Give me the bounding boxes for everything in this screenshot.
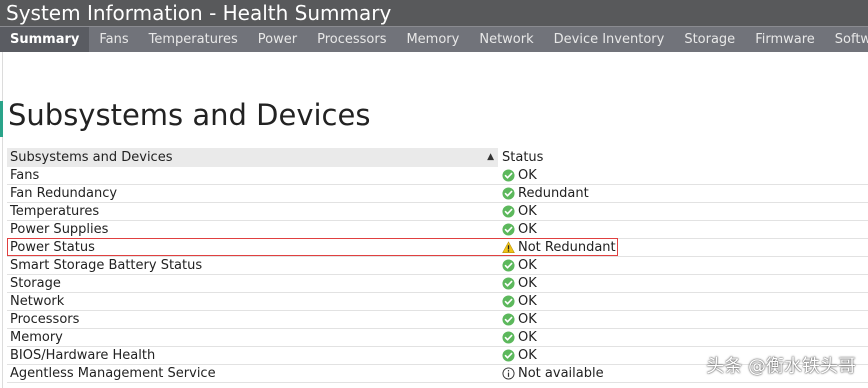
status-text: OK xyxy=(518,258,537,273)
window-title: System Information - Health Summary xyxy=(0,0,868,26)
ok-check-icon xyxy=(502,223,518,236)
tab-device-inventory[interactable]: Device Inventory xyxy=(544,27,675,52)
table-row[interactable]: Fans OK xyxy=(7,167,868,185)
status-text: Not Redundant xyxy=(518,240,616,255)
health-table: Subsystems and Devices ▲ Status Fans OK Fa… xyxy=(7,148,868,383)
ok-check-icon xyxy=(502,277,518,290)
page-title: Subsystems and Devices xyxy=(8,98,371,132)
subsystem-name: Network xyxy=(10,294,65,309)
column-header-status[interactable]: Status xyxy=(498,148,868,167)
subsystem-name: Agentless Management Service xyxy=(10,366,216,381)
table-row[interactable]: Processors OK xyxy=(7,311,868,329)
ok-check-icon xyxy=(502,331,518,344)
subsystem-name: Memory xyxy=(10,330,63,345)
table-header: Subsystems and Devices ▲ Status xyxy=(7,148,868,167)
ok-check-icon xyxy=(502,187,518,200)
status-text: OK xyxy=(518,294,537,309)
ok-check-icon xyxy=(502,205,518,218)
subsystem-name: Storage xyxy=(10,276,61,291)
tab-memory[interactable]: Memory xyxy=(396,27,469,52)
table-row[interactable]: Smart Storage Battery Status OK xyxy=(7,257,868,275)
status-text: OK xyxy=(518,276,537,291)
column-header-subsystems-label: Subsystems and Devices xyxy=(10,150,173,165)
tab-firmware[interactable]: Firmware xyxy=(745,27,825,52)
table-row[interactable]: Network OK xyxy=(7,293,868,311)
status-cell: OK xyxy=(498,347,537,364)
status-cell: OK xyxy=(498,293,537,310)
table-row[interactable]: Memory OK xyxy=(7,329,868,347)
subsystem-name: BIOS/Hardware Health xyxy=(10,348,156,363)
status-text: OK xyxy=(518,222,537,237)
status-text: Redundant xyxy=(518,186,589,201)
tab-software[interactable]: Software xyxy=(825,27,868,52)
tab-storage[interactable]: Storage xyxy=(674,27,745,52)
info-icon xyxy=(502,367,518,380)
tab-fans[interactable]: Fans xyxy=(89,27,138,52)
subsystem-name: Temperatures xyxy=(10,204,100,219)
status-text: OK xyxy=(518,168,537,183)
status-cell: OK xyxy=(498,311,537,328)
table-row[interactable]: Temperatures OK xyxy=(7,203,868,221)
watermark: 头条 @衡水铁头哥 xyxy=(706,356,856,377)
status-cell: OK xyxy=(498,275,537,292)
heading-accent-bar xyxy=(0,101,3,137)
subsystem-name: Power Status xyxy=(10,240,95,255)
tab-bar: Summary Fans Temperatures Power Processo… xyxy=(0,26,868,52)
status-cell: OK xyxy=(498,329,537,346)
ok-check-icon xyxy=(502,313,518,326)
table-row[interactable]: Fan Redundancy Redundant xyxy=(7,185,868,203)
tab-temperatures[interactable]: Temperatures xyxy=(139,27,248,52)
subsystem-name: Processors xyxy=(10,312,80,327)
warning-icon xyxy=(502,241,518,254)
tab-network[interactable]: Network xyxy=(469,27,543,52)
ok-check-icon xyxy=(502,169,518,182)
status-cell: OK xyxy=(498,257,537,274)
tab-processors[interactable]: Processors xyxy=(307,27,396,52)
status-cell: Redundant xyxy=(498,185,589,202)
status-cell: Not Redundant xyxy=(498,239,616,256)
status-text: OK xyxy=(518,204,537,219)
status-cell: Not available xyxy=(498,365,604,382)
ok-check-icon xyxy=(502,259,518,272)
tab-summary[interactable]: Summary xyxy=(0,27,90,52)
table-row[interactable]: Power Status Not Redundant xyxy=(7,238,868,257)
subsystem-name: Fan Redundancy xyxy=(10,186,118,201)
status-text: OK xyxy=(518,348,537,363)
subsystem-name: Fans xyxy=(10,168,40,183)
table-row[interactable]: Power Supplies OK xyxy=(7,221,868,239)
status-text: Not available xyxy=(518,366,604,381)
sort-ascending-icon[interactable]: ▲ xyxy=(487,148,494,167)
table-row[interactable]: Storage OK xyxy=(7,275,868,293)
ok-check-icon xyxy=(502,295,518,308)
status-cell: OK xyxy=(498,167,537,184)
ok-check-icon xyxy=(502,349,518,362)
column-header-subsystems[interactable]: Subsystems and Devices ▲ xyxy=(7,148,498,167)
status-cell: OK xyxy=(498,203,537,220)
subsystem-name: Power Supplies xyxy=(10,222,109,237)
status-cell: OK xyxy=(498,221,537,238)
table-body: Fans OK Fan Redundancy Redundant Temperature… xyxy=(7,167,868,383)
status-text: OK xyxy=(518,312,537,327)
tab-power[interactable]: Power xyxy=(248,27,307,52)
status-text: OK xyxy=(518,330,537,345)
subsystem-name: Smart Storage Battery Status xyxy=(10,258,203,273)
